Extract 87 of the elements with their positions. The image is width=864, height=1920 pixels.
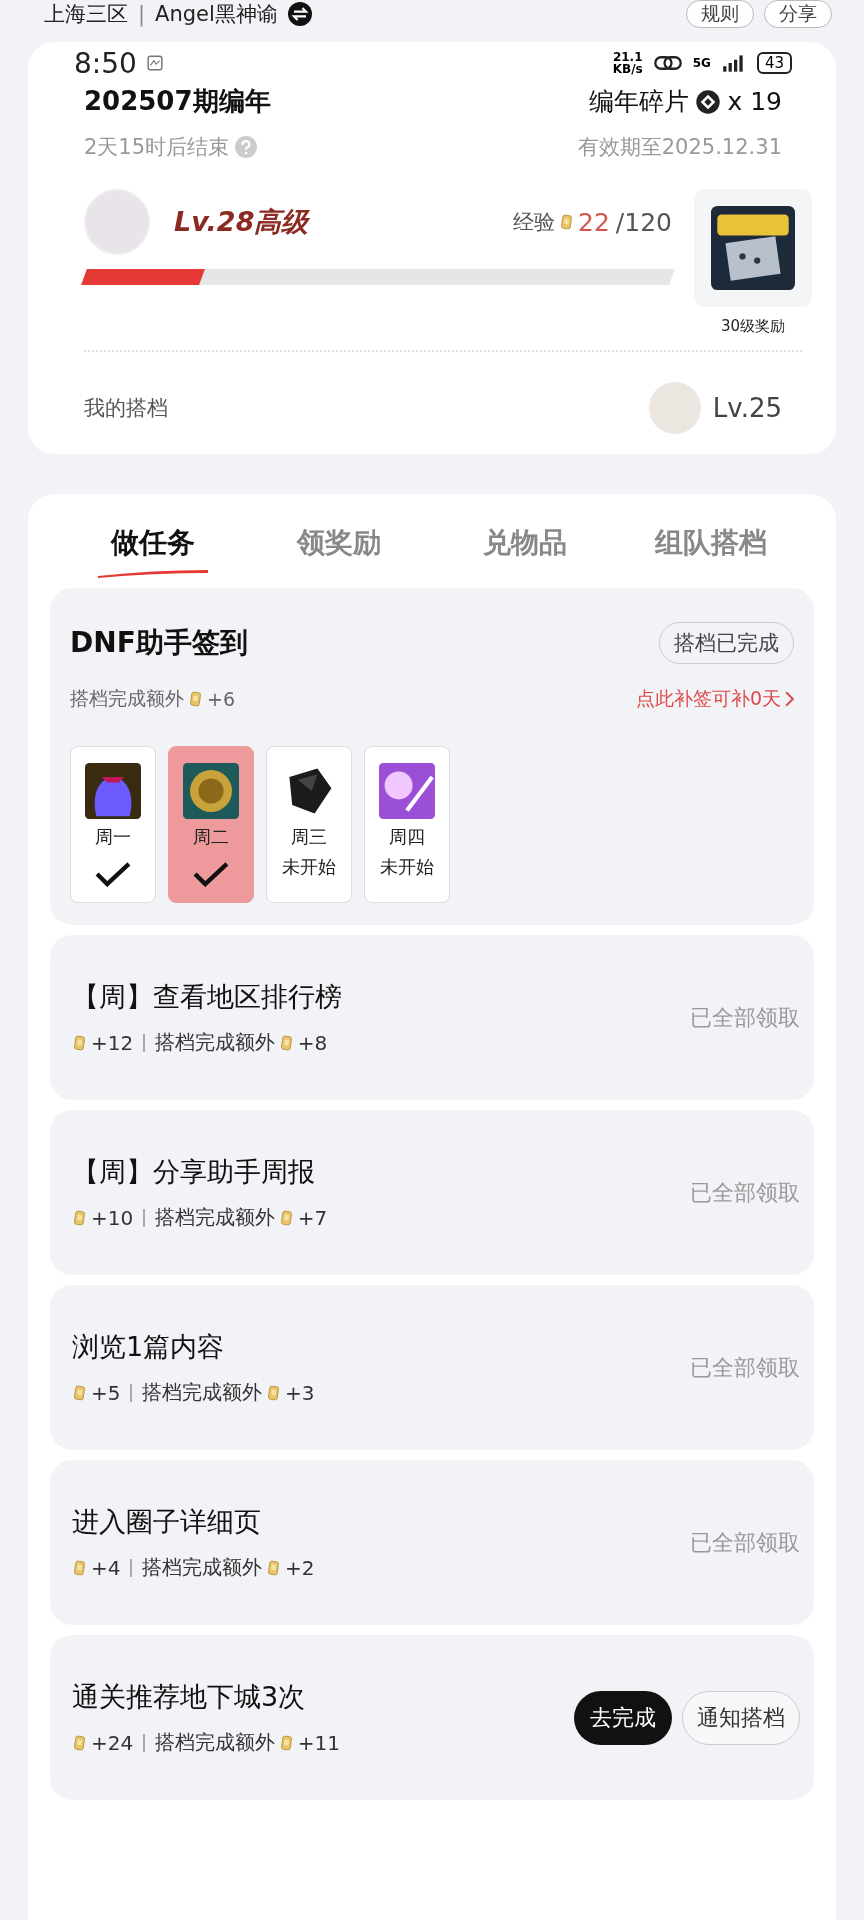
task-title: 进入圈子详细页: [72, 1505, 262, 1539]
partner-label: 我的搭档: [84, 395, 168, 422]
header-button[interactable]: 分享: [764, 0, 832, 28]
bag-icon: [85, 763, 141, 819]
exp-current: 22: [578, 207, 610, 237]
day-label: 周一: [95, 825, 131, 849]
task-reward: +10: [91, 1205, 134, 1230]
checkin-day-tile[interactable]: 周一: [70, 746, 156, 903]
exp-coin-icon: [268, 1384, 279, 1401]
task-title: 【周】分享助手周报: [72, 1155, 316, 1189]
checkin-day-tile[interactable]: 周二: [168, 746, 254, 903]
task-reward: +12: [91, 1030, 134, 1055]
fragment-icon: [695, 88, 722, 115]
network-speed: 21.1 KB/s: [612, 51, 643, 75]
crystal-icon: [379, 763, 435, 819]
checkin-day-tile[interactable]: 周四 未开始: [364, 746, 450, 903]
character-name: Angel黑神谕: [155, 1, 278, 28]
season-title: 202507期编年: [84, 85, 271, 118]
makeup-link[interactable]: 点此补签可补0天: [635, 686, 794, 712]
task-status: 已全部领取: [690, 1178, 800, 1207]
countdown-text: 2天15时后结束: [84, 134, 230, 161]
task-reward: +24: [91, 1730, 134, 1755]
go-complete-button[interactable]: 去完成: [574, 1690, 672, 1745]
separator: |: [138, 2, 146, 26]
link-icon: [652, 53, 683, 73]
day-label: 周二: [193, 825, 229, 849]
exp-coin-icon: [74, 1734, 85, 1751]
task-reward: +5: [91, 1380, 121, 1405]
day-status: 未开始: [282, 855, 336, 879]
tab[interactable]: 组队搭档: [618, 524, 804, 562]
extra-value: +6: [207, 688, 235, 710]
notify-partner-button[interactable]: 通知搭档: [682, 1690, 800, 1745]
exp-coin-icon: [74, 1209, 85, 1226]
task-title: 通关推荐地下城3次: [72, 1680, 307, 1714]
extra-reward: +3: [285, 1380, 315, 1405]
task-status: 已全部领取: [690, 1353, 800, 1382]
exp-label: 经验: [513, 209, 556, 236]
partner-level: Lv.25: [712, 393, 782, 423]
chevron-icon: [785, 691, 794, 707]
extra-reward: +7: [297, 1205, 328, 1230]
extra-label: 搭档完成额外: [154, 1204, 275, 1231]
exp-total: /120: [615, 207, 672, 237]
reward-label: 30级奖励: [720, 317, 786, 336]
task-reward: +4: [91, 1555, 121, 1580]
battery-indicator: 43: [756, 52, 792, 74]
exp-coin-icon: [561, 214, 573, 230]
network-type: 5G: [692, 56, 711, 70]
tab[interactable]: 领奖励: [246, 524, 432, 562]
checkin-title: DNF助手签到: [70, 625, 248, 661]
fragments-label: 编年碎片: [589, 86, 690, 118]
status-time: 8:50: [74, 46, 137, 80]
task-status: 已全部领取: [690, 1528, 800, 1557]
exp-coin-icon: [280, 1034, 292, 1051]
extra-label: 搭档完成额外: [142, 1554, 262, 1581]
header-button[interactable]: 规则: [686, 0, 754, 28]
exp-coin-icon: [190, 691, 201, 707]
extra-reward: +8: [297, 1030, 328, 1055]
swap-icon[interactable]: [287, 2, 312, 26]
exp-coin-icon: [74, 1384, 85, 1401]
day-label: 周三: [291, 825, 327, 849]
exp-coin-icon: [268, 1559, 279, 1576]
fragments-count: x 19: [727, 87, 782, 116]
task-status: 已全部领取: [690, 1003, 800, 1032]
reward-item-icon: [711, 206, 795, 290]
extra-label: 搭档完成额外: [70, 686, 184, 711]
task-title: 【周】查看地区排行榜: [72, 980, 342, 1014]
notification-icon: [146, 55, 163, 71]
extra-reward: +11: [297, 1730, 340, 1755]
tab[interactable]: 做任务: [60, 524, 246, 562]
day-label: 周四: [389, 825, 425, 849]
server-name: 上海三区: [44, 1, 128, 28]
valid-until: 有效期至2025.12.31: [577, 134, 782, 161]
extra-label: 搭档完成额外: [154, 1029, 275, 1056]
extra-reward: +2: [285, 1555, 315, 1580]
exp-coin-icon: [280, 1734, 292, 1751]
reward-item-tile[interactable]: [694, 189, 812, 307]
exp-coin-icon: [74, 1034, 85, 1051]
day-status: 未开始: [380, 855, 434, 879]
exp-coin-icon: [280, 1209, 292, 1226]
exp-coin-icon: [74, 1559, 85, 1576]
checkin-day-tile[interactable]: 周三 未开始: [266, 746, 352, 903]
tab[interactable]: 兑物品: [432, 524, 618, 562]
extra-label: 搭档完成额外: [154, 1729, 275, 1756]
coin-icon: [183, 763, 239, 819]
level-name: Lv.28高级: [174, 205, 309, 239]
task-title: 浏览1篇内容: [72, 1330, 226, 1364]
extra-label: 搭档完成额外: [142, 1379, 262, 1406]
